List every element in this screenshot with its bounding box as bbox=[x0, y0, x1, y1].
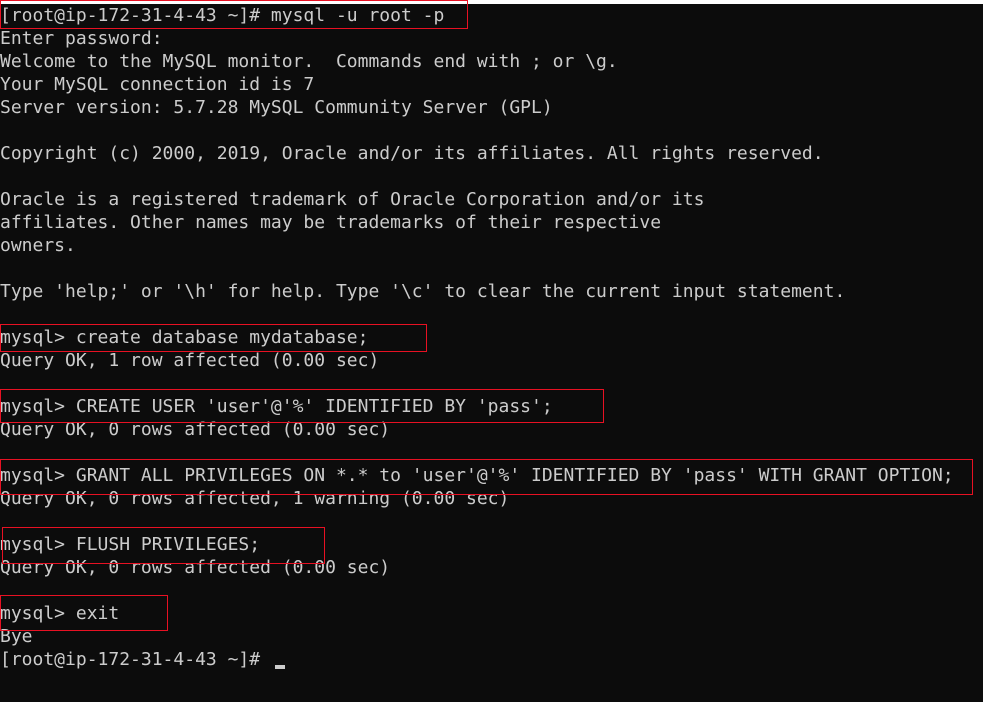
terminal-line: Copyright (c) 2000, 2019, Oracle and/or … bbox=[0, 143, 824, 164]
terminal-line: mysql> create database mydatabase; bbox=[0, 327, 369, 348]
terminal-line: owners. bbox=[0, 235, 76, 256]
terminal-line: [root@ip-172-31-4-43 ~]# mysql -u root -… bbox=[0, 5, 445, 26]
terminal-line: mysql> GRANT ALL PRIVILEGES ON *.* to 'u… bbox=[0, 465, 954, 486]
shell-prompt: [root@ip-172-31-4-43 ~]# bbox=[0, 649, 271, 670]
terminal-line: mysql> exit bbox=[0, 603, 120, 624]
terminal-line: Query OK, 1 row affected (0.00 sec) bbox=[0, 350, 380, 371]
terminal-line: Oracle is a registered trademark of Orac… bbox=[0, 189, 705, 210]
terminal-line: mysql> CREATE USER 'user'@'%' IDENTIFIED… bbox=[0, 396, 553, 417]
terminal-line: Bye bbox=[0, 626, 33, 647]
terminal-prompt-line[interactable]: [root@ip-172-31-4-43 ~]# bbox=[0, 648, 285, 671]
terminal-window[interactable]: [root@ip-172-31-4-43 ~]# mysql -u root -… bbox=[0, 4, 983, 702]
terminal-line: affiliates. Other names may be trademark… bbox=[0, 212, 662, 233]
terminal-line: Server version: 5.7.28 MySQL Community S… bbox=[0, 97, 553, 118]
terminal-line: Your MySQL connection id is 7 bbox=[0, 74, 315, 95]
terminal-line: Type 'help;' or '\h' for help. Type '\c'… bbox=[0, 281, 846, 302]
text-cursor bbox=[274, 665, 285, 669]
terminal-line: Query OK, 0 rows affected (0.00 sec) bbox=[0, 557, 391, 578]
terminal-line: Enter password: bbox=[0, 28, 163, 49]
terminal-line: Query OK, 0 rows affected, 1 warning (0.… bbox=[0, 488, 510, 509]
terminal-line: mysql> FLUSH PRIVILEGES; bbox=[0, 534, 261, 555]
terminal-line: Query OK, 0 rows affected (0.00 sec) bbox=[0, 419, 391, 440]
terminal-line: Welcome to the MySQL monitor. Commands e… bbox=[0, 51, 618, 72]
